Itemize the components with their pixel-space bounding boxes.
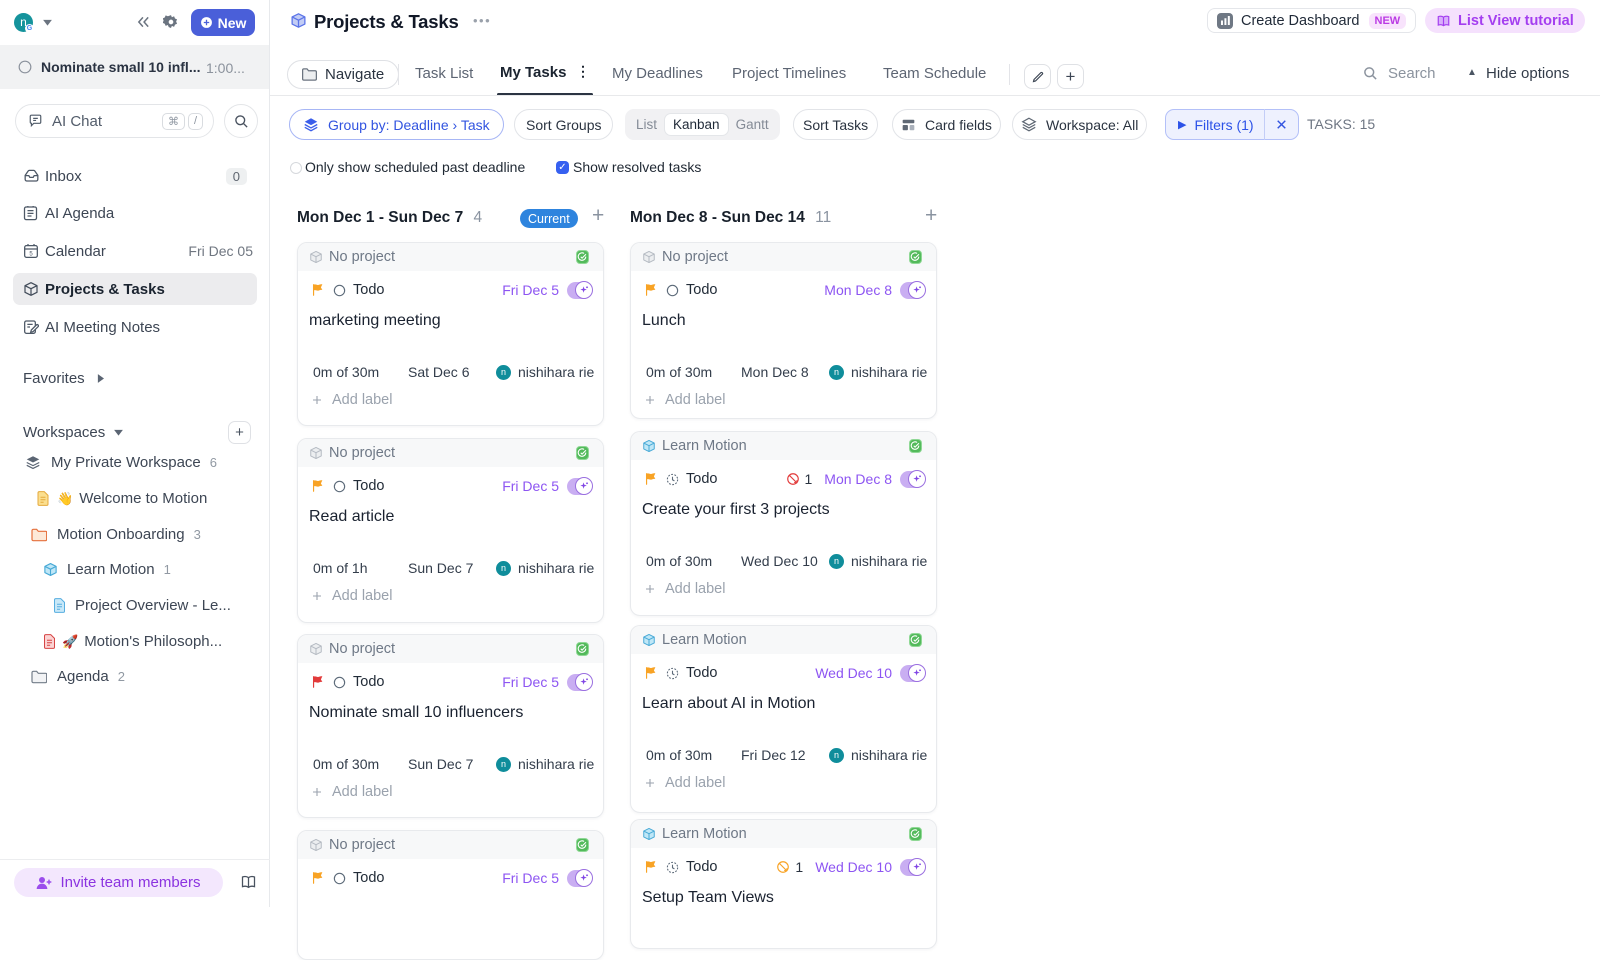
svg-text:5: 5 <box>29 251 33 257</box>
